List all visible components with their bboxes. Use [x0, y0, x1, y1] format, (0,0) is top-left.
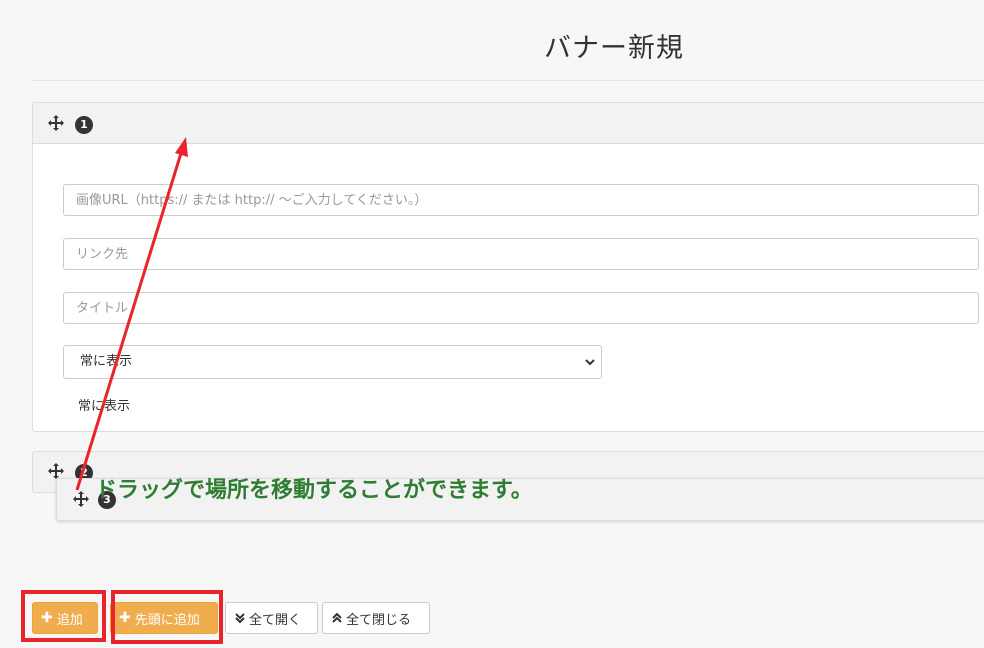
title-field[interactable] [63, 292, 979, 324]
display-select-value: 常に表示 [80, 354, 133, 369]
title-divider [32, 80, 984, 81]
highlight-box-add [21, 590, 106, 642]
move-icon[interactable] [48, 463, 64, 479]
link-field[interactable] [63, 238, 979, 270]
chevron-double-down-icon [235, 613, 245, 624]
display-text: 常に表示 [78, 399, 131, 414]
display-select[interactable]: 常に表示 [63, 345, 602, 379]
move-icon[interactable] [73, 491, 89, 507]
expand-all-button[interactable]: 全て開く [225, 602, 318, 634]
drag-hint-text: ドラッグで場所を移動することができます。 [95, 478, 533, 503]
page-title: バナー新規 [544, 33, 684, 64]
chevron-double-up-icon [332, 612, 342, 623]
move-icon[interactable] [48, 115, 64, 131]
image-url-field[interactable] [63, 184, 979, 216]
expand-all-button-label: 全て開く [249, 612, 302, 628]
panel-header-1[interactable]: 1 [33, 103, 984, 144]
panel-number-badge: 1 [75, 116, 93, 134]
highlight-box-add-to-top [111, 590, 223, 644]
banner-panel-1: 1 常に表示 常に表示 [32, 102, 984, 432]
chevron-down-icon [585, 359, 595, 366]
collapse-all-button-label: 全て閉じる [346, 612, 412, 628]
collapse-all-button[interactable]: 全て閉じる [322, 602, 430, 634]
